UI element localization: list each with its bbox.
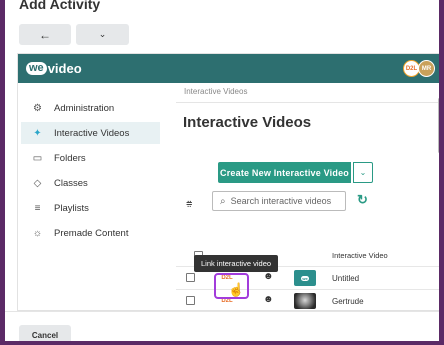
thumbnail-logo: we [301,275,309,281]
refresh-icon[interactable]: ↻ [357,192,368,208]
wevideo-app: we video D2L MR ⚙ Administration ✦ Inter… [17,53,439,311]
scrollbar-thumb[interactable] [438,98,439,153]
search-icon: ⌕ [220,195,226,207]
interactive-icon: ✦ [33,127,42,139]
main-content: Interactive Videos Interactive Videos Cr… [176,83,439,310]
divider [176,102,439,103]
video-title[interactable]: Untitled [332,274,359,283]
row-checkbox[interactable] [186,296,195,305]
hand-cursor-icon: ☝ [228,282,245,297]
logo-we: we [26,62,47,75]
sidebar-item-label: Premade Content [54,227,129,239]
lightbulb-icon: ☼ [32,227,43,239]
video-title[interactable]: Gertrude [332,297,364,306]
page-title: Interactive Videos [183,114,312,131]
scrollbar[interactable] [438,54,439,310]
breadcrumb[interactable]: Interactive Videos [184,87,247,96]
sidebar-item-classes[interactable]: ◇ Classes [18,172,168,194]
chevron-down-icon: ⌄ [359,168,367,177]
add-activity-dialog: Add Activity ← ⌄ we video D2L MR ⚙ Admin… [5,0,439,341]
column-header-interactive-video[interactable]: Interactive Video [332,251,388,260]
sidebar-item-folders[interactable]: ▭ Folders [18,147,168,169]
filter-icon[interactable]: ⩷ [186,197,192,210]
user-icon: ☻ [263,271,274,282]
search-placeholder: Search interactive videos [230,196,332,206]
gear-icon: ⚙ [33,102,42,114]
dialog-footer: Cancel [5,311,439,341]
options-dropdown-button[interactable]: ⌄ [76,24,129,45]
playlist-icon: ≡ [34,202,41,214]
user-icon: ☻ [263,294,274,305]
sidebar-item-label: Interactive Videos [54,127,130,139]
chevron-down-icon: ⌄ [98,29,107,39]
sidebar-item-label: Folders [54,152,86,164]
avatar[interactable]: MR [418,60,435,77]
sidebar-item-label: Classes [54,177,88,189]
sidebar-item-interactive-videos[interactable]: ✦ Interactive Videos [21,122,160,144]
sidebar-item-premade-content[interactable]: ☼ Premade Content [18,222,168,244]
sidebar-item-label: Administration [54,102,115,114]
video-thumbnail[interactable]: we [294,270,316,286]
logo-video: video [47,61,82,76]
graduation-cap-icon: ◇ [33,177,42,189]
tooltip: Link interactive video [194,255,279,272]
topbar-right: D2L MR [403,60,435,77]
video-thumbnail[interactable] [294,293,316,309]
sidebar-item-administration[interactable]: ⚙ Administration [18,97,168,119]
arrow-left-icon: ← [39,27,51,42]
search-input[interactable]: ⌕ Search interactive videos [212,191,346,211]
wevideo-logo[interactable]: we video [26,61,82,76]
dialog-title: Add Activity [19,0,101,12]
nav-bar: ← ⌄ [19,24,129,45]
row-checkbox[interactable] [186,273,195,282]
sidebar-item-label: Playlists [54,202,89,214]
create-button-group: Create New Interactive Video ⌄ [218,162,373,183]
create-interactive-video-button[interactable]: Create New Interactive Video [218,162,351,183]
create-dropdown-button[interactable]: ⌄ [353,162,373,183]
sidebar-item-playlists[interactable]: ≡ Playlists [18,197,168,219]
folder-icon: ▭ [32,152,43,164]
sidebar: ⚙ Administration ✦ Interactive Videos ▭ … [18,83,168,310]
cancel-button[interactable]: Cancel [19,325,71,341]
back-button[interactable]: ← [19,24,71,45]
app-topbar: we video D2L MR [18,54,439,83]
